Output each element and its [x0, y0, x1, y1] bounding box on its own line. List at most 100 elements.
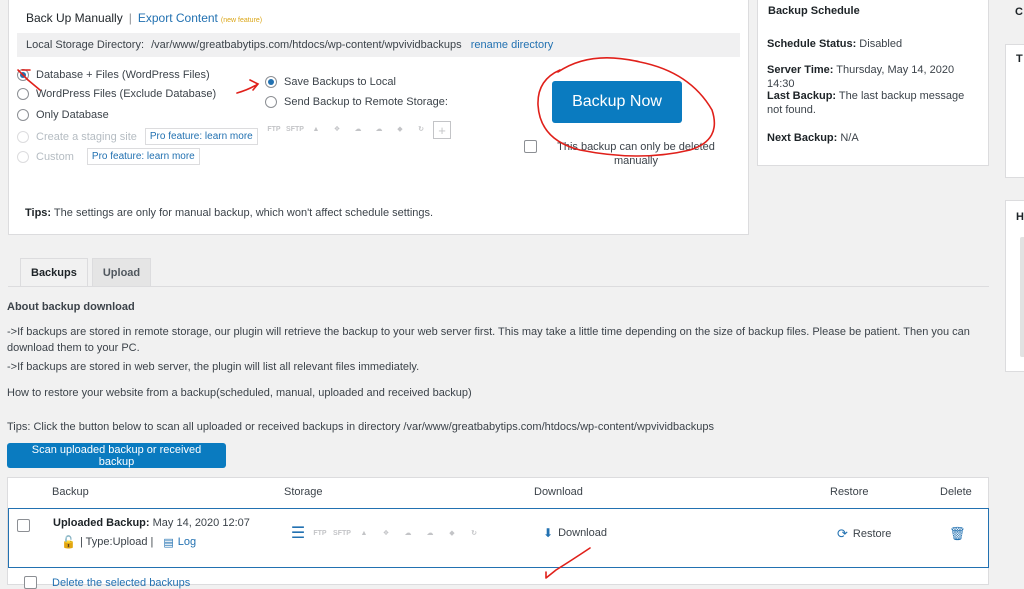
storage-directory-bar: Local Storage Directory: /var/www/greatb…: [17, 33, 740, 57]
sftp-icon[interactable]: SFTP: [286, 121, 304, 137]
delete-selected-link[interactable]: Delete the selected backups: [52, 577, 190, 589]
option-files-only[interactable]: WordPress Files (Exclude Database): [17, 88, 216, 100]
option-custom-label: Custom: [36, 150, 74, 163]
restore-icon[interactable]: ⟳: [837, 526, 848, 542]
server-time: Server Time: Thursday, May 14, 2020 14:3…: [767, 63, 982, 91]
right-widget-3-title: H: [1016, 211, 1024, 223]
digitalocean-icon: ◆: [449, 530, 455, 537]
about-line1b: download them to your PC.: [7, 342, 140, 354]
add-storage-icon[interactable]: +: [433, 121, 451, 139]
manual-tips-bold: Tips:: [25, 207, 52, 219]
storage-directory-label: Local Storage Directory:: [26, 39, 144, 51]
schedule-status: Schedule Status: Disabled: [767, 37, 982, 51]
last-backup: Last Backup: The last backup message not…: [767, 89, 982, 117]
sync-icon[interactable]: ↻: [412, 121, 430, 137]
custom-pro-link[interactable]: Pro feature: learn more: [86, 148, 200, 165]
radio-files-only[interactable]: [17, 88, 29, 100]
unlock-icon[interactable]: 🔓: [61, 535, 76, 549]
download-label[interactable]: Download: [558, 527, 607, 539]
new-feature-badge: (new feature): [220, 17, 263, 24]
manual-tips-text: The settings are only for manual backup,…: [51, 207, 434, 219]
dropbox-icon: ❖: [382, 530, 390, 537]
send-remote-option[interactable]: Send Backup to Remote Storage:: [265, 96, 448, 108]
panel-header: Back Up Manually | Export Content (new feat…: [26, 11, 262, 25]
row-storage-icons: ☰ FTP SFTP ▲ ❖ ☁ ☁ ◆ ↻: [289, 525, 483, 542]
backup-info: Uploaded Backup: May 14, 2020 12:07: [53, 517, 250, 529]
keep-backup-label: This backup can only be deleted manually: [551, 140, 721, 168]
staging-pro-link[interactable]: Pro feature: learn more: [144, 128, 258, 145]
schedule-status-value: Disabled: [856, 38, 903, 50]
onedrive-icon: ☁: [404, 530, 412, 537]
col-backup: Backup: [52, 486, 89, 498]
download-icon[interactable]: ⬇: [543, 526, 553, 540]
right-widget-1-title: C: [1015, 6, 1023, 18]
restore-label[interactable]: Restore: [853, 528, 892, 540]
sync-icon: ↻: [471, 530, 477, 537]
tab-backups[interactable]: Backups: [20, 258, 88, 287]
rename-directory-link[interactable]: rename directory: [471, 39, 554, 51]
manual-backup-panel: Back Up Manually | Export Content (new feat…: [8, 0, 749, 235]
header-separator: |: [128, 11, 132, 25]
send-remote-label: Send Backup to Remote Storage:: [284, 96, 448, 108]
option-files-only-label: WordPress Files (Exclude Database): [36, 88, 217, 100]
scan-tips: Tips: Click the button below to scan all…: [7, 421, 714, 433]
option-staging: Create a staging site Pro feature: learn…: [17, 128, 258, 145]
backup-now-button[interactable]: Backup Now: [552, 81, 682, 123]
backup-type-line: | Type:Upload |: [79, 536, 154, 548]
radio-db-only[interactable]: [17, 109, 29, 121]
next-backup: Next Backup: N/A: [767, 131, 982, 145]
right-widget-2: T: [1005, 44, 1024, 178]
radio-custom: [17, 150, 29, 163]
option-db-only-label: Only Database: [36, 109, 109, 121]
option-staging-label: Create a staging site: [36, 130, 137, 143]
restore-action[interactable]: ⟳ Restore: [837, 526, 891, 542]
backup-meta: 🔓 | Type:Upload | ▤ Log: [61, 535, 196, 549]
digitalocean-icon[interactable]: ◆: [391, 121, 409, 137]
restore-guide-link[interactable]: How to restore your website from a backu…: [7, 386, 472, 401]
google-drive-icon[interactable]: ▲: [307, 121, 325, 137]
google-drive-icon: ▲: [360, 529, 368, 537]
option-db-only[interactable]: Only Database: [17, 109, 109, 121]
export-content-link[interactable]: Export Content: [138, 11, 218, 25]
radio-db-files[interactable]: [17, 69, 29, 81]
ftp-icon[interactable]: FTP: [265, 121, 283, 137]
next-backup-label: Next Backup:: [767, 132, 838, 144]
keep-backup-line2: manually: [613, 155, 659, 167]
backup-type-label: Uploaded Backup:: [53, 517, 150, 529]
trash-icon[interactable]: 🗑: [949, 526, 966, 542]
dropbox-icon[interactable]: ❖: [328, 121, 346, 137]
storage-directory-path: /var/www/greatbabytips.com/htdocs/wp-con…: [151, 39, 462, 51]
log-icon[interactable]: ▤: [163, 536, 173, 549]
row-select-checkbox[interactable]: [17, 519, 30, 532]
backups-table: Backup Storage Download Restore Delete U…: [7, 477, 989, 589]
last-backup-label: Last Backup:: [767, 90, 837, 102]
table-row: Uploaded Backup: May 14, 2020 12:07 🔓 | …: [8, 508, 989, 568]
radio-staging: [17, 130, 29, 143]
radio-send-remote[interactable]: [265, 96, 277, 108]
next-backup-value: N/A: [837, 132, 859, 144]
right-widget-3-scrollbar[interactable]: [1020, 237, 1024, 357]
radio-save-local[interactable]: [265, 76, 277, 88]
remote-storage-icons: FTP SFTP ▲ ❖ ☁ ☁ ◆ ↻ +: [265, 121, 451, 139]
backup-schedule-panel: Backup Schedule Schedule Status: Disable…: [757, 0, 989, 166]
col-delete: Delete: [940, 486, 972, 498]
col-storage: Storage: [284, 486, 323, 498]
about-line2: ->If backups are stored in web server, t…: [7, 361, 420, 373]
scan-backup-button[interactable]: Scan uploaded backup or received backup: [7, 443, 226, 468]
option-db-files[interactable]: Database + Files (WordPress Files): [17, 69, 210, 81]
save-local-option[interactable]: Save Backups to Local: [265, 76, 396, 88]
amazon-s3-icon: ☁: [426, 530, 434, 537]
keep-backup-checkbox[interactable]: [524, 140, 537, 153]
right-widget-1: C: [1005, 0, 1024, 22]
amazon-s3-icon[interactable]: ☁: [370, 121, 388, 137]
download-action[interactable]: ⬇ Download: [543, 526, 607, 540]
log-link[interactable]: Log: [178, 536, 196, 548]
onedrive-icon[interactable]: ☁: [349, 121, 367, 137]
tab-upload[interactable]: Upload: [91, 258, 152, 287]
about-line1a: ->If backups are stored in remote storag…: [7, 326, 970, 338]
select-all-checkbox[interactable]: [24, 576, 37, 589]
local-storage-icon: ☰: [290, 525, 306, 542]
tabs-divider: [8, 286, 989, 287]
schedule-status-label: Schedule Status:: [767, 38, 857, 50]
sftp-icon: SFTP: [333, 529, 351, 537]
